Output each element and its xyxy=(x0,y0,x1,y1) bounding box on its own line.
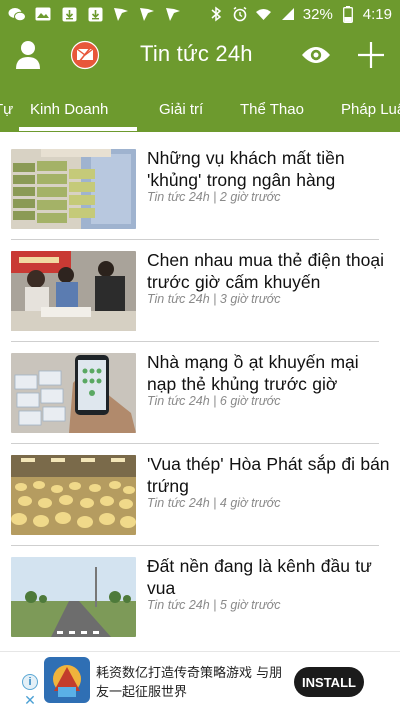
battery-icon xyxy=(339,5,357,23)
news-item[interactable]: 'Vua thép' Hòa Phát sắp đi bán trứng Tin… xyxy=(0,438,400,538)
tab-phap-luat-prev[interactable]: Tự xyxy=(0,82,13,132)
news-item[interactable]: Chen nhau mua thẻ điện thoại trước giờ c… xyxy=(0,234,400,334)
ad-app-icon[interactable] xyxy=(44,657,90,703)
ad-banner[interactable]: i ✕ 耗资数亿打造传奇策略游戏 与朋友一起征服世界 INSTALL xyxy=(0,651,400,711)
news-thumbnail xyxy=(11,353,136,433)
ad-description: 耗资数亿打造传奇策略游戏 与朋友一起征服世界 xyxy=(96,666,283,700)
app-title: Tin tức 24h xyxy=(140,41,253,66)
news-item[interactable]: Những vụ khách mất tiền 'khủng' trong ng… xyxy=(0,132,400,232)
notification-icons xyxy=(8,6,182,22)
download-icon xyxy=(86,6,104,22)
add-icon[interactable] xyxy=(352,36,390,74)
wechat-icon xyxy=(8,6,26,22)
eye-icon[interactable] xyxy=(297,36,335,74)
clock: 4:19 xyxy=(362,5,392,23)
gallery-icon xyxy=(34,6,52,22)
news-thumbnail xyxy=(11,251,136,331)
wifi-icon xyxy=(255,6,273,22)
mail-icon[interactable] xyxy=(66,36,104,74)
system-icons: 32% 4:19 xyxy=(207,5,392,23)
news-thumbnail xyxy=(11,455,136,535)
news-title: Những vụ khách mất tiền 'khủng' trong ng… xyxy=(147,148,345,190)
news-meta: Tin tức 24h | 5 giờ trước xyxy=(147,598,281,612)
vidmate-icon xyxy=(138,6,156,22)
signal-icon xyxy=(279,6,297,22)
close-icon[interactable]: ✕ xyxy=(22,692,38,708)
news-meta: Tin tức 24h | 3 giờ trước xyxy=(147,292,281,306)
vidmate-icon xyxy=(112,6,130,22)
news-meta: Tin tức 24h | 4 giờ trước xyxy=(147,496,281,510)
category-tabs: Tự Kinh Doanh Giải trí Thể Thao Pháp Luậ… xyxy=(0,82,400,132)
news-title: Nhà mạng ồ ạt khuyến mại nạp thẻ khủng t… xyxy=(147,352,359,394)
news-meta: Tin tức 24h | 6 giờ trước xyxy=(147,394,281,408)
status-bar: 32% 4:19 xyxy=(0,0,400,28)
tab-phap-luat[interactable]: Pháp Luật xyxy=(341,82,400,132)
news-meta: Tin tức 24h | 2 giờ trước xyxy=(147,190,281,204)
tab-the-thao[interactable]: Thể Thao xyxy=(240,82,304,132)
news-item[interactable]: Đất nền đang là kênh đầu tư vua Tin tức … xyxy=(0,540,400,640)
vidmate-icon xyxy=(164,6,182,22)
battery-percent: 32% xyxy=(302,5,333,23)
news-title: Đất nền đang là kênh đầu tư vua xyxy=(147,556,372,598)
news-thumbnail xyxy=(11,149,136,229)
tab-kinh-doanh[interactable]: Kinh Doanh xyxy=(30,82,108,132)
tab-giai-tri[interactable]: Giải trí xyxy=(159,82,203,132)
news-title: Chen nhau mua thẻ điện thoại trước giờ c… xyxy=(147,250,384,292)
download-icon xyxy=(60,6,78,22)
app-toolbar: Tin tức 24h xyxy=(0,28,400,82)
bluetooth-icon xyxy=(207,6,225,22)
install-button[interactable]: INSTALL xyxy=(294,667,364,697)
tab-selected-indicator xyxy=(19,127,137,131)
news-item[interactable]: Nhà mạng ồ ạt khuyến mại nạp thẻ khủng t… xyxy=(0,336,400,436)
news-thumbnail xyxy=(11,557,136,637)
user-icon[interactable] xyxy=(9,36,47,74)
info-icon[interactable]: i xyxy=(22,674,38,690)
alarm-icon xyxy=(231,6,249,22)
news-title: 'Vua thép' Hòa Phát sắp đi bán trứng xyxy=(147,454,390,496)
